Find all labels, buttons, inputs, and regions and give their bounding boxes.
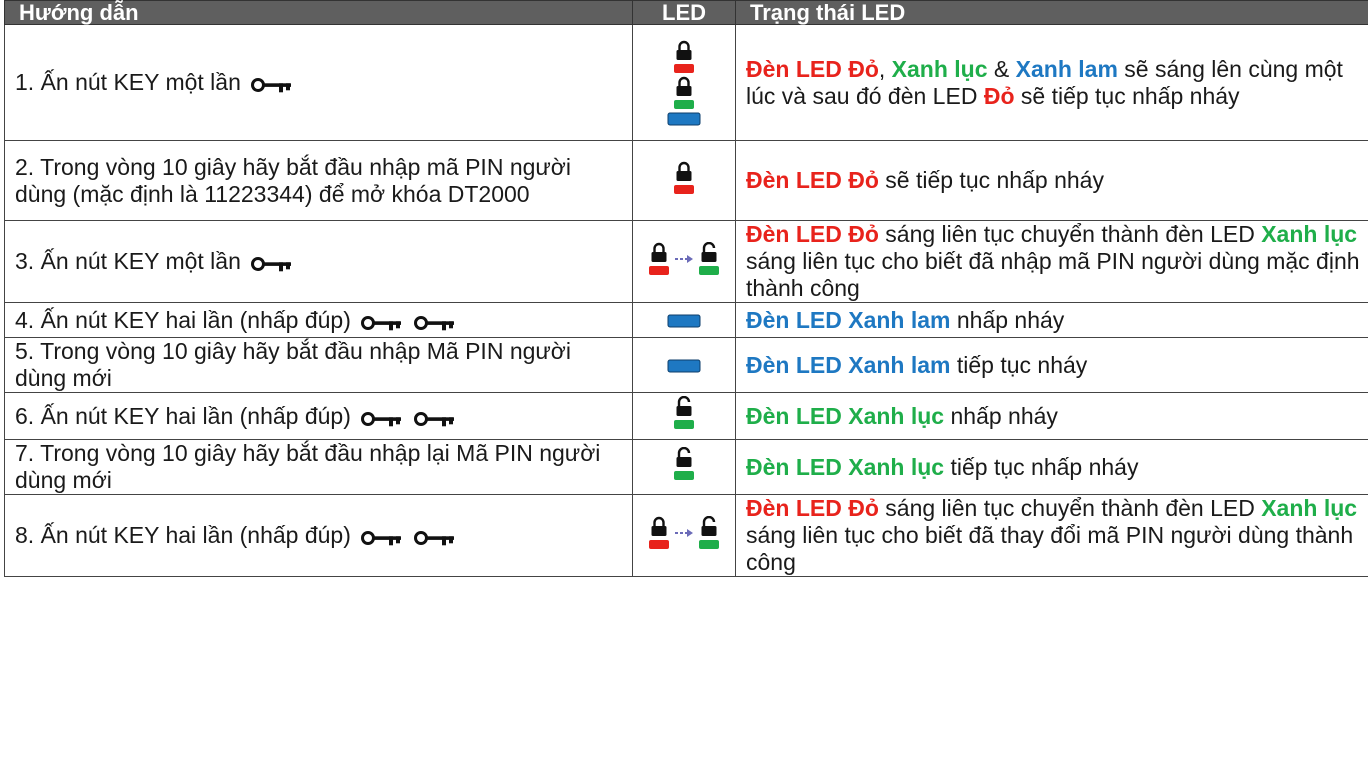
state-text: sáng liên tục cho biết đã thay đổi mã PI… [746,522,1354,575]
padlock-icon [674,40,694,73]
key-icon [413,531,454,546]
step-instruction: 6. Ấn nút KEY hai lần (nhấp đúp) [4,392,633,440]
state-text: sáng liên tục chuyển thành đèn LED [878,495,1262,521]
led-state-description: Đèn LED Đỏ sáng liên tục chuyển thành đè… [735,494,1368,577]
table-row: 5. Trong vòng 10 giây hãy bắt đầu nhập M… [4,337,1368,393]
led-color-label: Đèn LED Đỏ [746,495,879,521]
led-state-description: Đèn LED Xanh lam nhấp nháy [735,302,1368,338]
padlock-icon [649,242,669,275]
key-icon [251,78,292,93]
led-color-label: Xanh lam [1015,55,1118,82]
step-instruction: 7. Trong vòng 10 giây hãy bắt đầu nhập l… [4,439,633,495]
key-icon [413,315,454,330]
led-color-label: Đèn LED Đỏ [746,55,879,82]
table-row: 2. Trong vòng 10 giây hãy bắt đầu nhập m… [4,140,1368,221]
step-instruction: 2. Trong vòng 10 giây hãy bắt đầu nhập m… [4,140,633,221]
state-text: & [987,55,1016,82]
table-row: 8. Ấn nút KEY hai lần (nhấp đúp) Đèn LED… [4,494,1368,577]
header-led-state: Trạng thái LED [735,0,1368,25]
state-text: , [878,55,892,82]
led-indicator [632,220,736,303]
key-icon [251,257,292,272]
table-header-row: Hướng dẫn LED Trạng thái LED [4,0,1368,25]
led-state-description: Đèn LED Đỏ sẽ tiếp tục nhấp nháy [735,140,1368,221]
state-text: sẽ tiếp tục nhấp nháy [1014,82,1240,109]
led-instructions-table: Hướng dẫn LED Trạng thái LED 1. Ấn nút K… [4,0,1368,577]
padlock-icon [674,76,694,109]
led-indicator [632,439,736,495]
state-text: sáng liên tục chuyển thành đèn LED [878,221,1262,247]
header-instructions: Hướng dẫn [4,0,633,25]
led-indicator [632,302,736,338]
led-state-description: Đèn LED Đỏ sáng liên tục chuyển thành đè… [735,220,1368,303]
arrow-right-icon [675,528,693,537]
led-color-label: Đỏ [983,82,1015,109]
state-text: sẽ tiếp tục nhấp nháy [878,167,1104,193]
step-text: 8. Ấn nút KEY hai lần (nhấp đúp) [15,522,351,548]
led-color-label: Đèn LED Xanh lục [746,453,945,480]
padlock-icon [699,241,719,275]
state-text: nhấp nháy [944,402,1058,429]
step-instruction: 1. Ấn nút KEY một lần [4,24,633,141]
step-instruction: 8. Ấn nút KEY hai lần (nhấp đúp) [4,494,633,577]
led-color-label: Xanh lục [1261,221,1358,247]
header-led: LED [632,0,736,25]
led-indicator [632,140,736,221]
step-text: 6. Ấn nút KEY hai lần (nhấp đúp) [15,402,351,429]
padlock-icon [699,515,719,549]
step-instruction: 4. Ấn nút KEY hai lần (nhấp đúp) [4,302,633,338]
table-row: 6. Ấn nút KEY hai lần (nhấp đúp) Đèn LED… [4,392,1368,440]
step-instruction: 3. Ấn nút KEY một lần [4,220,633,303]
step-text: 1. Ấn nút KEY một lần [15,69,241,95]
step-text: 5. Trong vòng 10 giây hãy bắt đầu nhập M… [15,338,571,391]
led-color-label: Đèn LED Xanh lam [746,351,951,378]
step-instruction: 5. Trong vòng 10 giây hãy bắt đầu nhập M… [4,337,633,393]
led-color-label: Đèn LED Xanh lam [746,306,951,333]
state-text: sáng liên tục cho biết đã nhập mã PIN ng… [746,248,1360,301]
step-text: 7. Trong vòng 10 giây hãy bắt đầu nhập l… [15,440,601,493]
table-row: 7. Trong vòng 10 giây hãy bắt đầu nhập l… [4,439,1368,495]
key-icon [361,411,402,426]
led-state-description: Đèn LED Đỏ, Xanh lục & Xanh lam sẽ sáng … [735,24,1368,141]
arrow-right-icon [675,254,693,263]
led-indicator [632,337,736,393]
key-icon [361,315,402,330]
blue-led [667,314,701,327]
led-color-label: Đèn LED Xanh lục [746,402,945,429]
led-state-description: Đèn LED Xanh lam tiếp tục nháy [735,337,1368,393]
table-row: 4. Ấn nút KEY hai lần (nhấp đúp) Đèn LED… [4,302,1368,338]
key-icon [413,411,454,426]
state-text: tiếp tục nhấp nháy [944,453,1139,480]
step-text: 3. Ấn nút KEY một lần [15,248,241,274]
table-row: 3. Ấn nút KEY một lần Đèn LED Đỏ sáng li… [4,220,1368,303]
blue-led [667,359,701,372]
padlock-icon [649,516,669,549]
step-text: 4. Ấn nút KEY hai lần (nhấp đúp) [15,306,351,333]
padlock-icon [674,395,694,429]
padlock-icon [674,446,694,480]
padlock-icon [674,161,694,194]
led-color-label: Đèn LED Đỏ [746,221,879,247]
blue-led [667,112,701,125]
step-text: 2. Trong vòng 10 giây hãy bắt đầu nhập m… [15,153,571,207]
led-state-description: Đèn LED Xanh lục tiếp tục nhấp nháy [735,439,1368,495]
led-color-label: Xanh lục [1261,495,1358,521]
led-color-label: Xanh lục [891,55,988,82]
state-text: tiếp tục nháy [950,351,1088,378]
led-indicator [632,494,736,577]
led-state-description: Đèn LED Xanh lục nhấp nháy [735,392,1368,440]
led-indicator [632,392,736,440]
key-icon [361,531,402,546]
led-indicator [632,24,736,141]
led-color-label: Đèn LED Đỏ [746,167,879,193]
state-text: nhấp nháy [950,306,1065,333]
table-row: 1. Ấn nút KEY một lần Đèn LED Đỏ, Xanh l… [4,24,1368,141]
